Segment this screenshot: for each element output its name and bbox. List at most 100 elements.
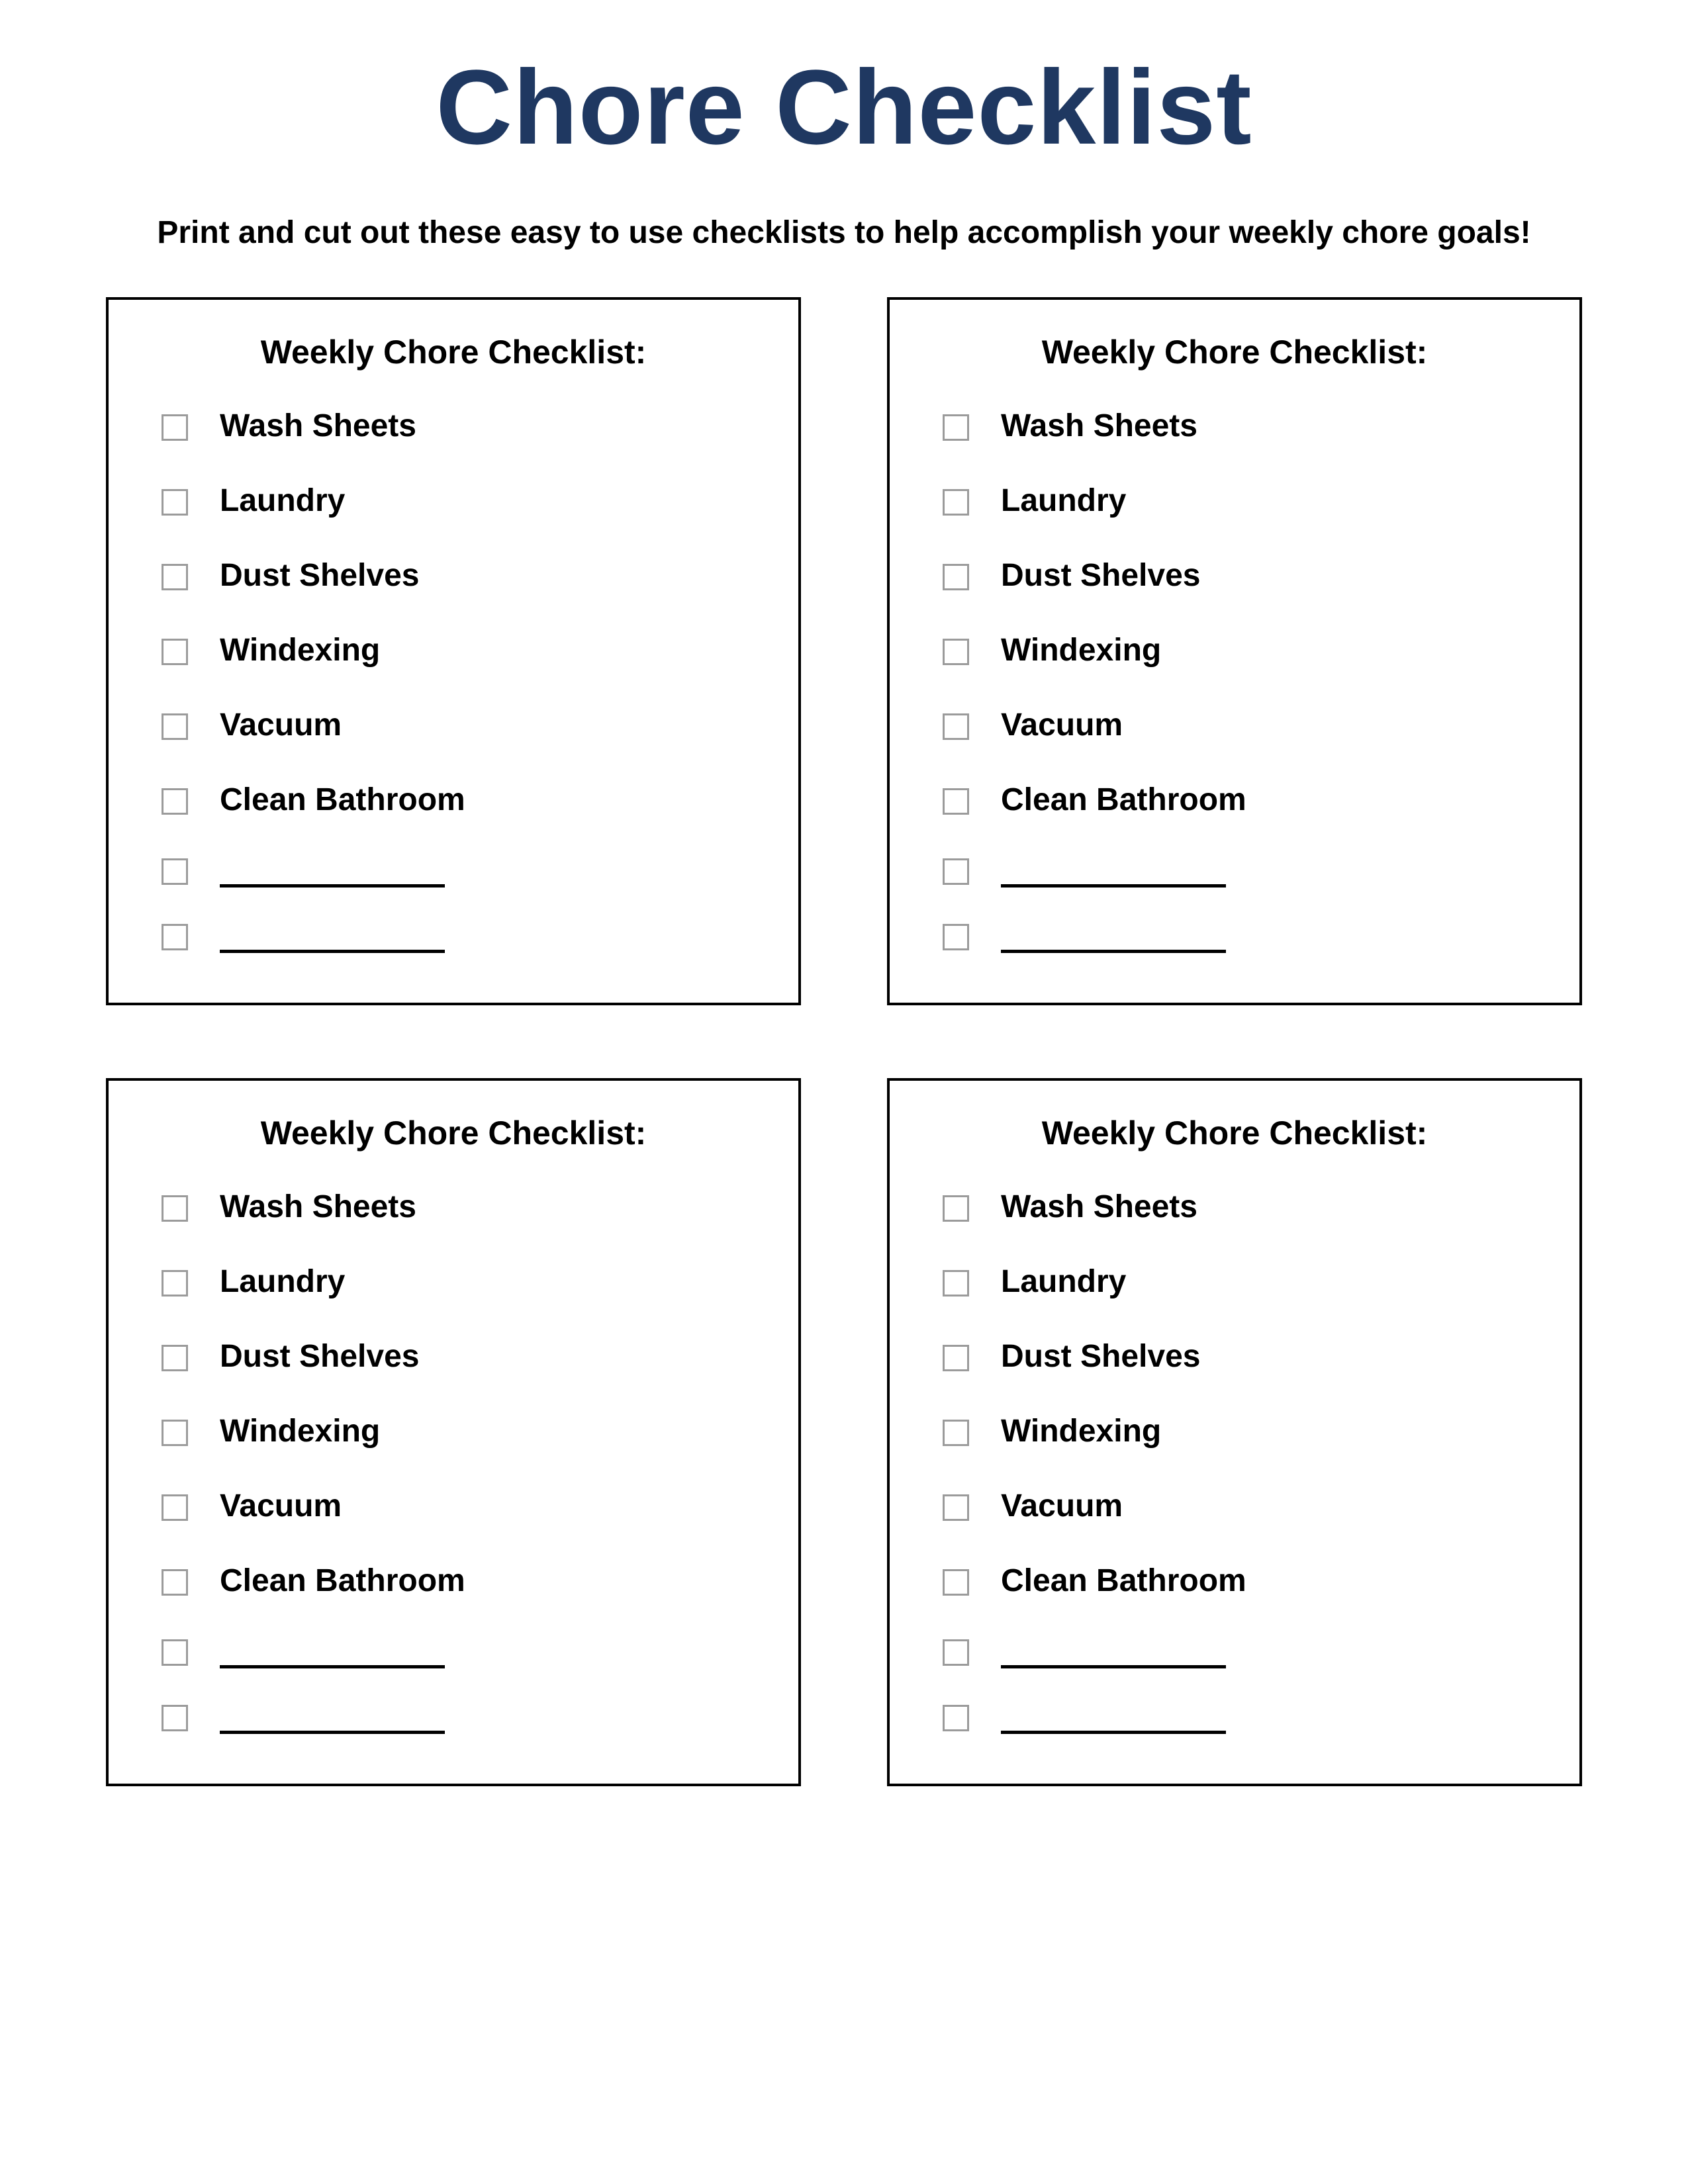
list-item xyxy=(943,1637,1540,1664)
write-in-line[interactable] xyxy=(1001,860,1226,887)
item-label: Laundry xyxy=(220,482,345,519)
list-item: Laundry xyxy=(162,1263,759,1300)
checkbox-icon[interactable] xyxy=(943,1569,969,1596)
checkbox-icon[interactable] xyxy=(162,1705,188,1731)
page-subtitle: Print and cut out these easy to use chec… xyxy=(106,214,1582,251)
item-label: Wash Sheets xyxy=(220,1189,416,1225)
list-item: Vacuum xyxy=(162,707,759,743)
checkbox-icon[interactable] xyxy=(943,639,969,665)
list-item xyxy=(162,1637,759,1664)
list-item: Wash Sheets xyxy=(943,1189,1540,1225)
checkbox-icon[interactable] xyxy=(943,1195,969,1222)
checkbox-icon[interactable] xyxy=(943,1420,969,1446)
list-item xyxy=(943,856,1540,884)
list-item xyxy=(162,856,759,884)
list-item: Windexing xyxy=(943,632,1540,668)
item-label: Clean Bathroom xyxy=(1001,782,1246,818)
list-item: Dust Shelves xyxy=(943,557,1540,594)
list-item: Laundry xyxy=(943,482,1540,519)
checkbox-icon[interactable] xyxy=(162,1195,188,1222)
item-label: Dust Shelves xyxy=(220,1338,419,1375)
item-label: Vacuum xyxy=(1001,1488,1123,1524)
card-list: Wash Sheets Laundry Dust Shelves Windexing V… xyxy=(162,1189,759,1730)
checklist-card: Weekly Chore Checklist: Wash Sheets Laundr… xyxy=(887,297,1582,1005)
checklist-card: Weekly Chore Checklist: Wash Sheets Laundr… xyxy=(106,1078,801,1786)
checkbox-icon[interactable] xyxy=(162,788,188,815)
item-label: Wash Sheets xyxy=(1001,1189,1197,1225)
checkbox-icon[interactable] xyxy=(162,1569,188,1596)
item-label: Wash Sheets xyxy=(1001,408,1197,444)
list-item xyxy=(943,1703,1540,1730)
checkbox-icon[interactable] xyxy=(943,414,969,441)
list-item: Vacuum xyxy=(943,1488,1540,1524)
list-item: Windexing xyxy=(162,1413,759,1449)
checkbox-icon[interactable] xyxy=(943,788,969,815)
item-label: Wash Sheets xyxy=(220,408,416,444)
list-item: Dust Shelves xyxy=(943,1338,1540,1375)
list-item: Wash Sheets xyxy=(162,408,759,444)
checkbox-icon[interactable] xyxy=(162,713,188,740)
item-label: Dust Shelves xyxy=(1001,557,1200,594)
card-title: Weekly Chore Checklist: xyxy=(148,1114,759,1152)
write-in-line[interactable] xyxy=(220,926,445,953)
list-item: Vacuum xyxy=(162,1488,759,1524)
checkbox-icon[interactable] xyxy=(162,1494,188,1521)
list-item: Clean Bathroom xyxy=(943,1563,1540,1599)
item-label: Vacuum xyxy=(1001,707,1123,743)
card-title: Weekly Chore Checklist: xyxy=(929,333,1540,371)
page-title: Chore Checklist xyxy=(106,46,1582,168)
checkbox-icon[interactable] xyxy=(162,924,188,950)
checkbox-icon[interactable] xyxy=(943,1639,969,1666)
list-item: Wash Sheets xyxy=(943,408,1540,444)
checkbox-icon[interactable] xyxy=(943,489,969,516)
list-item: Laundry xyxy=(162,482,759,519)
checkbox-icon[interactable] xyxy=(162,564,188,590)
item-label: Vacuum xyxy=(220,707,342,743)
item-label: Dust Shelves xyxy=(220,557,419,594)
write-in-line[interactable] xyxy=(1001,926,1226,953)
item-label: Dust Shelves xyxy=(1001,1338,1200,1375)
checkbox-icon[interactable] xyxy=(162,1639,188,1666)
list-item xyxy=(162,922,759,949)
card-list: Wash Sheets Laundry Dust Shelves Windexing V… xyxy=(943,1189,1540,1730)
checkbox-icon[interactable] xyxy=(162,489,188,516)
checkbox-icon[interactable] xyxy=(162,1420,188,1446)
write-in-line[interactable] xyxy=(220,860,445,887)
checkbox-icon[interactable] xyxy=(943,924,969,950)
list-item: Windexing xyxy=(943,1413,1540,1449)
checkbox-icon[interactable] xyxy=(162,1270,188,1297)
checkbox-icon[interactable] xyxy=(162,1345,188,1371)
item-label: Laundry xyxy=(1001,482,1126,519)
write-in-line[interactable] xyxy=(220,1707,445,1734)
checkbox-icon[interactable] xyxy=(943,858,969,885)
list-item xyxy=(943,922,1540,949)
item-label: Laundry xyxy=(1001,1263,1126,1300)
checkbox-icon[interactable] xyxy=(943,713,969,740)
list-item: Vacuum xyxy=(943,707,1540,743)
checkbox-icon[interactable] xyxy=(162,414,188,441)
list-item: Dust Shelves xyxy=(162,557,759,594)
list-item: Clean Bathroom xyxy=(162,1563,759,1599)
write-in-line[interactable] xyxy=(1001,1641,1226,1668)
list-item: Wash Sheets xyxy=(162,1189,759,1225)
item-label: Windexing xyxy=(1001,632,1161,668)
page: Chore Checklist Print and cut out these … xyxy=(0,0,1688,2184)
write-in-line[interactable] xyxy=(1001,1707,1226,1734)
list-item: Dust Shelves xyxy=(162,1338,759,1375)
item-label: Clean Bathroom xyxy=(220,782,465,818)
checkbox-icon[interactable] xyxy=(943,1345,969,1371)
card-list: Wash Sheets Laundry Dust Shelves Windexing V… xyxy=(943,408,1540,949)
list-item: Windexing xyxy=(162,632,759,668)
checkbox-icon[interactable] xyxy=(943,564,969,590)
card-title: Weekly Chore Checklist: xyxy=(148,333,759,371)
checkbox-icon[interactable] xyxy=(162,858,188,885)
checkbox-icon[interactable] xyxy=(943,1270,969,1297)
write-in-line[interactable] xyxy=(220,1641,445,1668)
checklist-card: Weekly Chore Checklist: Wash Sheets Laundr… xyxy=(887,1078,1582,1786)
checkbox-icon[interactable] xyxy=(943,1494,969,1521)
card-title: Weekly Chore Checklist: xyxy=(929,1114,1540,1152)
item-label: Windexing xyxy=(1001,1413,1161,1449)
list-item: Laundry xyxy=(943,1263,1540,1300)
checkbox-icon[interactable] xyxy=(943,1705,969,1731)
checkbox-icon[interactable] xyxy=(162,639,188,665)
